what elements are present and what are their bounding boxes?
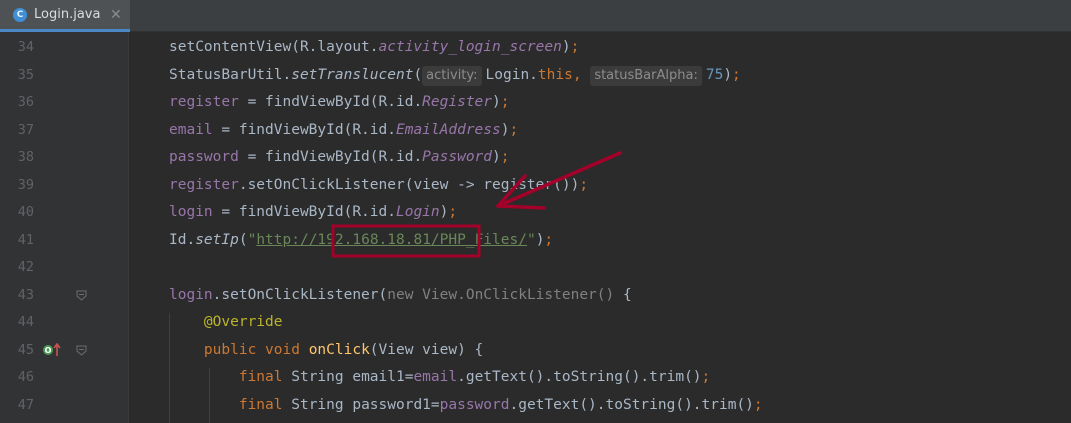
code-line[interactable]: 37 email = findViewById(R.id.EmailAddress… bbox=[0, 117, 1071, 145]
code-line[interactable]: 42 bbox=[0, 254, 1071, 282]
line-number: 36 bbox=[17, 94, 34, 110]
line-number: 41 bbox=[17, 231, 34, 248]
code-line[interactable]: 41 Id.setIp("http://192.168.18.81/PHP_Fil… bbox=[0, 227, 1071, 255]
code-text[interactable]: email = findViewById(R.id.EmailAddress); bbox=[169, 117, 518, 145]
line-number: 34 bbox=[17, 39, 34, 55]
code-line[interactable]: 39 register.setOnClickListener(view -> re… bbox=[0, 172, 1071, 200]
code-line[interactable]: 40 login = findViewById(R.id.Login); bbox=[0, 199, 1071, 227]
code-text[interactable]: public void onClick(View view) { bbox=[169, 337, 483, 365]
code-line[interactable]: 45 public void onClick(View view) { bbox=[0, 337, 1071, 365]
tab-title: Login.java bbox=[34, 7, 101, 22]
code-text[interactable]: Id.setIp("http://192.168.18.81/PHP_Files… bbox=[169, 227, 553, 255]
line-number: 45 bbox=[17, 341, 34, 358]
code-line[interactable]: 47 final String password1=password.getTe… bbox=[0, 392, 1071, 420]
line-number: 35 bbox=[17, 66, 34, 83]
tab-login-java[interactable]: C Login.java ✕ bbox=[0, 0, 130, 32]
line-number: 43 bbox=[17, 286, 34, 303]
code-line[interactable]: 34 setContentView(R.layout.activity_login… bbox=[0, 34, 1071, 62]
line-number: 42 bbox=[17, 259, 34, 275]
code-text[interactable]: login = findViewById(R.id.Login); bbox=[169, 199, 457, 227]
code-text[interactable]: StatusBarUtil.setTranslucent(activity: Lo… bbox=[169, 62, 741, 90]
line-number: 39 bbox=[17, 176, 34, 193]
code-line[interactable]: 36 register = findViewById(R.id.Register)… bbox=[0, 89, 1071, 117]
code-text[interactable]: password = findViewById(R.id.Password); bbox=[169, 144, 509, 172]
code-line[interactable]: 35 StatusBarUtil.setTranslucent(activity:… bbox=[0, 62, 1071, 90]
code-text[interactable]: final String password1=password.getText(… bbox=[169, 392, 763, 420]
fold-icon[interactable] bbox=[76, 290, 87, 301]
code-line[interactable]: 44 @Override bbox=[0, 309, 1071, 337]
java-class-icon: C bbox=[13, 7, 27, 22]
line-number: 47 bbox=[17, 396, 34, 413]
code-text[interactable]: final String email1=email.getText().toSt… bbox=[169, 364, 710, 392]
svg-text:O: O bbox=[45, 346, 52, 355]
code-text[interactable]: setContentView(R.layout.activity_login_s… bbox=[169, 34, 579, 62]
fold-icon[interactable] bbox=[76, 345, 87, 356]
line-number: 37 bbox=[17, 121, 34, 138]
code-text[interactable]: register = findViewById(R.id.Register); bbox=[169, 89, 509, 117]
code-text[interactable]: register.setOnClickListener(view -> regi… bbox=[169, 172, 588, 200]
code-line[interactable]: 46 final String email1=email.getText().t… bbox=[0, 364, 1071, 392]
code-text[interactable]: @Override bbox=[169, 309, 283, 337]
line-number: 46 bbox=[17, 369, 34, 385]
line-number: 40 bbox=[17, 204, 34, 220]
code-line[interactable]: 38 password = findViewById(R.id.Password)… bbox=[0, 144, 1071, 172]
editor-tab-bar: C Login.java ✕ bbox=[0, 0, 1071, 32]
code-text[interactable]: login.setOnClickListener(new View.OnClic… bbox=[169, 282, 632, 310]
override-method-icon[interactable]: O bbox=[42, 343, 62, 357]
code-line[interactable]: 43 login.setOnClickListener(new View.OnCl… bbox=[0, 282, 1071, 310]
line-number: 44 bbox=[17, 314, 34, 330]
line-number: 38 bbox=[17, 149, 34, 165]
close-icon[interactable]: ✕ bbox=[110, 7, 122, 23]
